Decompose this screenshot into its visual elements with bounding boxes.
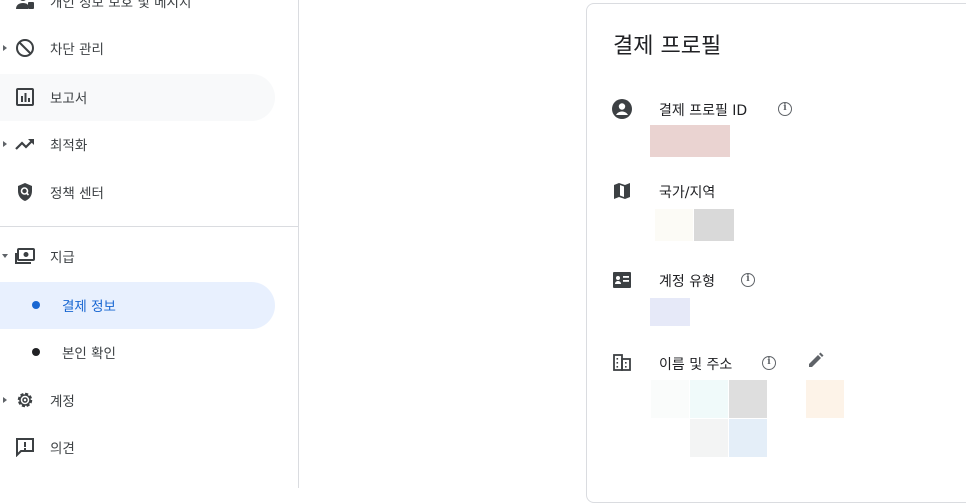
sidebar-item-label: 지급 [50, 250, 75, 266]
redacted-name [690, 380, 728, 418]
redacted-name [651, 380, 689, 418]
expand-arrow-icon[interactable] [3, 397, 7, 403]
policy-shield-icon [14, 181, 36, 203]
sidebar: 개인 정보 보호 및 메시지 차단 관리 보고서 최적화 정책 센터 지급 결제… [0, 0, 299, 488]
info-icon[interactable]: i [778, 102, 792, 116]
payment-profile-card: 결제 프로필 결제 프로필 ID i 국가/지역 계정 유형 i 이름 및 주소… [586, 3, 966, 503]
business-icon [611, 351, 633, 373]
sidebar-item-label: 정책 센터 [50, 186, 104, 202]
feedback-icon [14, 436, 36, 458]
sidebar-item-label: 계정 [50, 394, 75, 410]
country-region-label: 국가/지역 [659, 185, 716, 201]
sidebar-item-label: 보고서 [50, 91, 88, 107]
info-icon[interactable]: i [741, 273, 755, 287]
expand-arrow-icon[interactable] [3, 45, 7, 51]
card-title: 결제 프로필 [613, 34, 722, 59]
redacted-address [806, 380, 844, 418]
redacted-name [729, 380, 767, 418]
redacted-address [690, 419, 728, 457]
account-type-label: 계정 유형 [659, 274, 715, 290]
expand-arrow-icon[interactable] [3, 141, 7, 147]
sidebar-item-label: 차단 관리 [50, 42, 104, 58]
redacted-profile-id [650, 125, 730, 157]
bullet-icon [32, 348, 40, 356]
sidebar-item-label: 최적화 [50, 138, 88, 154]
payments-icon [14, 245, 36, 267]
redacted-address [729, 419, 767, 457]
redacted-account-type [650, 298, 690, 326]
bullet-icon [32, 301, 40, 309]
report-icon [14, 86, 36, 108]
info-icon[interactable]: i [762, 356, 776, 370]
redacted-country [655, 209, 693, 241]
active-highlight [0, 282, 275, 329]
gear-icon [14, 389, 36, 411]
sidebar-divider [0, 226, 298, 227]
name-address-label: 이름 및 주소 [659, 357, 733, 373]
account-circle-icon [611, 98, 633, 120]
payment-profile-id-label: 결제 프로필 ID [659, 103, 748, 119]
hover-highlight [0, 74, 275, 121]
sidebar-item-label: 의견 [50, 441, 75, 457]
trending-up-icon [14, 133, 36, 155]
sidebar-item-label: 개인 정보 보호 및 메시지 [50, 0, 192, 11]
collapse-arrow-icon[interactable] [2, 254, 8, 258]
block-icon [14, 37, 36, 59]
redacted-country [694, 209, 734, 241]
id-card-icon [611, 269, 633, 291]
sidebar-item-label: 본인 확인 [62, 346, 116, 362]
map-icon [611, 180, 633, 202]
privacy-icon [14, 0, 36, 12]
sidebar-item-label: 결제 정보 [62, 299, 116, 315]
edit-pencil-icon[interactable] [806, 350, 826, 370]
